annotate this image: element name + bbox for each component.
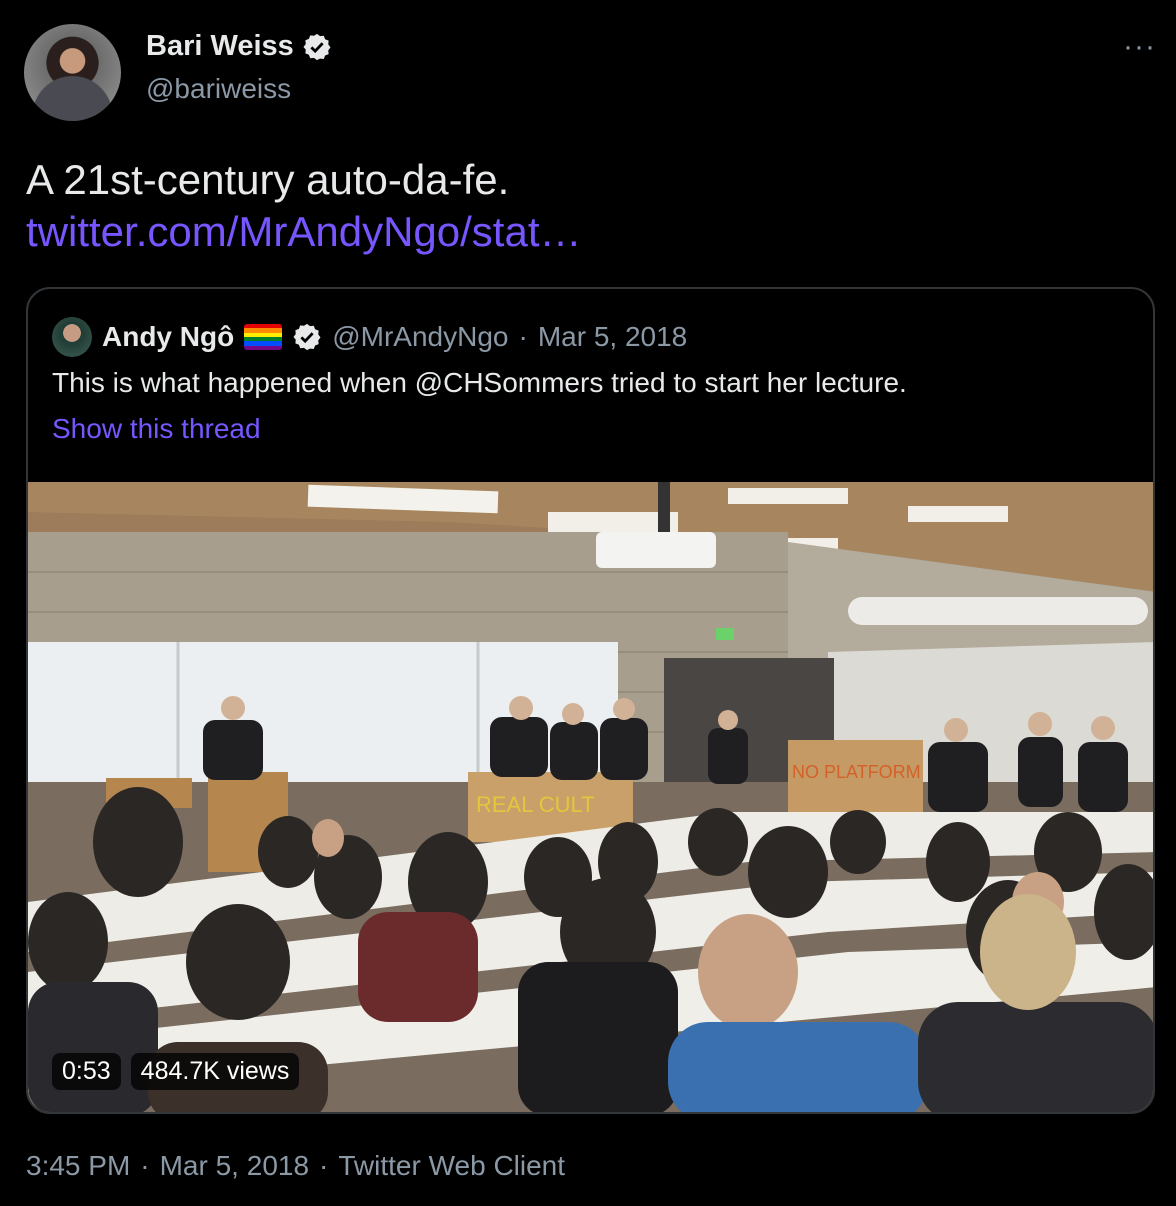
separator-dot: · bbox=[140, 1150, 150, 1181]
tweet-time[interactable]: 3:45 PM bbox=[26, 1150, 130, 1182]
protest-banner-text: REAL CULT bbox=[476, 792, 595, 817]
separator-dot: · bbox=[518, 321, 528, 352]
author-handle[interactable]: @bariweiss bbox=[146, 73, 291, 105]
video-player[interactable]: REAL CULT NO PLATFORM 0:53 484.7K views bbox=[28, 482, 1153, 1112]
tweet-date[interactable]: Mar 5, 2018 bbox=[160, 1150, 309, 1182]
video-views: 484.7K views bbox=[130, 1053, 300, 1090]
author-name-row: Bari Weiss bbox=[146, 30, 332, 63]
verified-badge-icon bbox=[303, 33, 331, 60]
show-thread-link[interactable]: Show this thread bbox=[52, 413, 261, 445]
quoted-author-avatar[interactable] bbox=[52, 317, 92, 357]
tweet-metadata: 3:45 PM · Mar 5, 2018 · Twitter Web Clie… bbox=[26, 1150, 565, 1182]
tweet-client[interactable]: Twitter Web Client bbox=[338, 1150, 565, 1182]
video-overlay-badges: 0:53 484.7K views bbox=[52, 1053, 300, 1090]
quoted-tweet-card[interactable]: Andy Ngô @MrAndyNgo · Mar 5, 2018 This i… bbox=[26, 287, 1155, 1114]
quoted-author-handle[interactable]: @MrAndyNgo bbox=[332, 321, 508, 353]
quoted-tweet-date[interactable]: Mar 5, 2018 bbox=[538, 321, 687, 353]
quoted-tweet-text: This is what happened when @CHSommers tr… bbox=[52, 367, 907, 398]
tweet-link[interactable]: twitter.com/MrAndyNgo/stat… bbox=[26, 206, 582, 258]
more-options-icon[interactable]: ··· bbox=[1123, 30, 1156, 64]
author-name[interactable]: Bari Weiss bbox=[146, 30, 294, 63]
protest-banner-text: NO PLATFORM bbox=[792, 762, 921, 782]
tweet-text: A 21st-century auto-da-fe. bbox=[26, 156, 510, 203]
video-frame-image: REAL CULT NO PLATFORM bbox=[28, 482, 1153, 1112]
author-avatar[interactable] bbox=[24, 24, 121, 121]
video-duration: 0:53 bbox=[52, 1053, 121, 1090]
verified-badge-icon bbox=[293, 323, 321, 351]
quoted-tweet-header: Andy Ngô @MrAndyNgo · Mar 5, 2018 bbox=[52, 317, 687, 357]
rainbow-flag-icon bbox=[244, 324, 283, 350]
quoted-author-name[interactable]: Andy Ngô bbox=[102, 321, 234, 353]
separator-dot: · bbox=[319, 1150, 329, 1181]
